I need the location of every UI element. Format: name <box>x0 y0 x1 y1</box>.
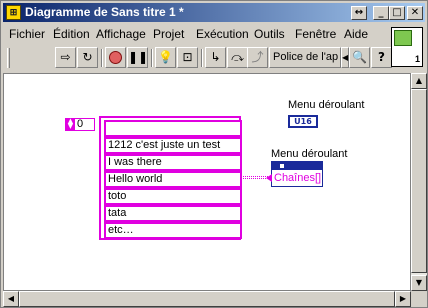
retain-wire-values-icon[interactable]: ⊡ <box>177 47 198 68</box>
connector-pane-label: 1 <box>414 54 420 64</box>
resize-grip[interactable] <box>411 291 427 307</box>
scroll-up-icon[interactable]: ▲ <box>411 73 427 89</box>
menu-edition[interactable]: Édition <box>53 27 90 41</box>
menu-fenetre[interactable]: Fenêtre <box>295 27 336 41</box>
array-element[interactable]: toto <box>104 188 242 205</box>
input-arrow-icon <box>266 174 272 182</box>
title-bar[interactable]: ⊞ Diagramme de Sans titre 1 * ↔ _ □ ✕ <box>3 3 425 22</box>
toolbar-separator <box>151 49 153 67</box>
scroll-right-icon[interactable]: ▶ <box>395 291 411 307</box>
array-index-display[interactable]: ▲ ▼ 0 <box>65 118 95 131</box>
toolbar: ⇨ ↻ ❚❚ 💡 ⊡ ↳ ⤼ ⤴ Police de l'ap ◀ 🔍 ? <box>3 46 392 70</box>
menu-affichage[interactable]: Affichage <box>96 27 146 41</box>
app-icon: ⊞ <box>6 5 21 20</box>
labview-window: ⊞ Diagramme de Sans titre 1 * ↔ _ □ ✕ Fi… <box>0 0 428 308</box>
menu-bar: Fichier Édition Affichage Projet Exécuti… <box>3 24 389 44</box>
font-dropdown-arrow-icon[interactable]: ◀ <box>341 47 349 68</box>
toolbar-grip[interactable] <box>7 48 10 68</box>
vi-icon[interactable]: 1 <box>391 27 423 67</box>
horizontal-scrollbar[interactable]: ◀ ▶ <box>3 291 411 307</box>
step-into-icon[interactable]: ↳ <box>205 47 226 68</box>
array-element[interactable]: tata <box>104 205 242 222</box>
pause-icon[interactable]: ❚❚ <box>127 47 148 68</box>
scroll-left-icon[interactable]: ◀ <box>3 291 19 307</box>
property-node-value: Chaînes[] <box>274 172 322 184</box>
step-over-icon[interactable]: ⤼ <box>227 47 248 68</box>
array-element[interactable]: 1212 c'est juste un test <box>104 137 242 154</box>
strings-property-node[interactable]: Chaînes[] <box>266 161 323 187</box>
string-array-constant[interactable]: 1212 c'est juste un test I was there Hel… <box>99 116 242 240</box>
array-index-value: 0 <box>77 118 84 130</box>
vertical-scroll-thumb[interactable] <box>411 89 427 273</box>
close-button[interactable]: ✕ <box>407 6 423 20</box>
scroll-down-icon[interactable]: ▼ <box>411 275 427 291</box>
font-selector[interactable]: Police de l'ap <box>269 47 341 68</box>
u16-terminal[interactable]: U16 <box>288 115 318 128</box>
menu-execution[interactable]: Exécution <box>196 27 249 41</box>
vertical-scrollbar[interactable]: ▲ ▼ <box>411 73 427 291</box>
maximize-button[interactable]: □ <box>389 6 405 20</box>
menu-projet[interactable]: Projet <box>153 27 184 41</box>
highlight-execution-icon[interactable]: 💡 <box>155 47 176 68</box>
step-out-icon[interactable]: ⤴ <box>247 47 268 68</box>
array-element[interactable]: I was there <box>104 154 242 171</box>
toolbar-separator <box>101 49 103 67</box>
terminal-label[interactable]: Menu déroulant <box>288 99 364 111</box>
help-icon[interactable]: ? <box>371 47 392 68</box>
abort-icon[interactable] <box>105 47 126 68</box>
window-title: Diagramme de Sans titre 1 * <box>25 5 184 19</box>
vi-icon-image <box>394 30 412 46</box>
menu-fichier[interactable]: Fichier <box>9 27 45 41</box>
array-element[interactable]: Hello world <box>104 171 242 188</box>
toolbar-separator <box>201 49 203 67</box>
property-node-header <box>272 162 322 170</box>
menu-outils[interactable]: Outils <box>254 27 285 41</box>
menu-aide[interactable]: Aide <box>344 27 368 41</box>
search-icon[interactable]: 🔍 <box>349 47 370 68</box>
run-continuously-icon[interactable]: ↻ <box>77 47 98 68</box>
array-element[interactable] <box>104 120 242 137</box>
run-arrow-icon[interactable]: ⇨ <box>55 47 76 68</box>
index-spinner-icon[interactable]: ▲ ▼ <box>66 118 75 130</box>
array-element[interactable]: etc… <box>104 222 242 239</box>
minimize-button[interactable]: _ <box>373 6 389 20</box>
restore-button[interactable]: ↔ <box>351 6 367 20</box>
property-node-label[interactable]: Menu déroulant <box>271 148 347 160</box>
horizontal-scroll-thumb[interactable] <box>19 291 395 307</box>
